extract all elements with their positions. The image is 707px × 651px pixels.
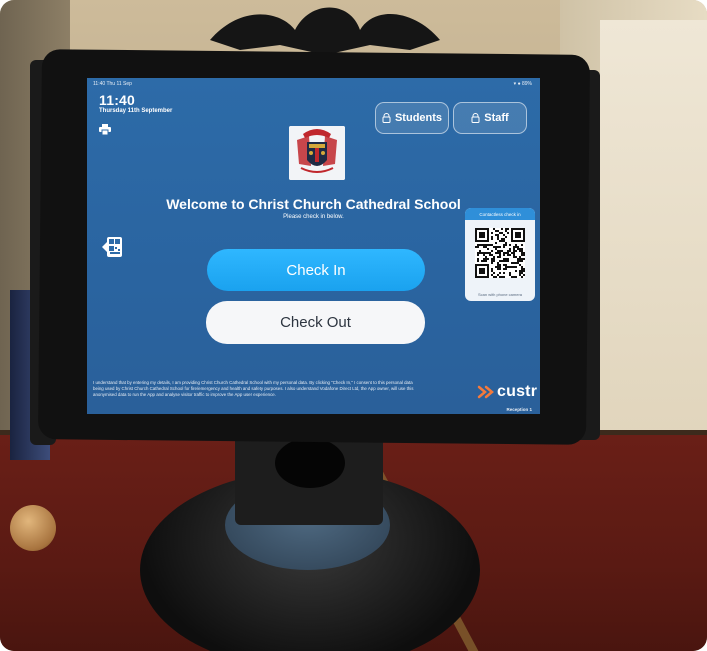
photo-background: 11:40 Thu 11 Sep ▾ ● 89% 11:40 Thursday … xyxy=(0,0,707,651)
qr-card-footer: Scan with phone camera xyxy=(477,292,523,297)
check-in-button[interactable]: Check In xyxy=(207,249,425,291)
school-crest-logo xyxy=(289,126,345,180)
date-label: Thursday 11th September xyxy=(99,108,173,114)
location-label: Reception 1 xyxy=(506,407,532,412)
window-frame xyxy=(600,20,707,460)
clock: 11:40 xyxy=(99,92,136,108)
lock-icon xyxy=(471,113,480,123)
custr-logo-icon xyxy=(477,385,494,399)
stand-hole xyxy=(275,438,345,488)
privacy-disclaimer: I understand that by entering my details… xyxy=(93,380,414,397)
staff-button-label: Staff xyxy=(484,112,509,124)
qr-code-image xyxy=(475,228,525,278)
students-button[interactable]: Students xyxy=(375,102,449,134)
wooden-knob xyxy=(10,505,56,551)
contactless-qr-card[interactable]: Contactless check in Scan with phone cam… xyxy=(465,208,535,301)
status-bar-left: 11:40 Thu 11 Sep xyxy=(93,81,132,87)
students-button-label: Students xyxy=(394,112,443,124)
brand-logo: custr xyxy=(477,383,537,401)
qr-card-title: Contactless check in xyxy=(465,208,535,220)
check-out-button[interactable]: Check Out xyxy=(206,301,425,344)
qr-code-icon[interactable] xyxy=(102,236,122,258)
status-bar-right: ▾ ● 89% xyxy=(513,81,532,87)
lock-icon xyxy=(382,113,391,123)
kiosk-screen: 11:40 Thu 11 Sep ▾ ● 89% 11:40 Thursday … xyxy=(87,78,540,414)
brand-name: custr xyxy=(497,383,538,400)
printer-icon[interactable] xyxy=(99,124,111,135)
staff-button[interactable]: Staff xyxy=(453,102,527,134)
